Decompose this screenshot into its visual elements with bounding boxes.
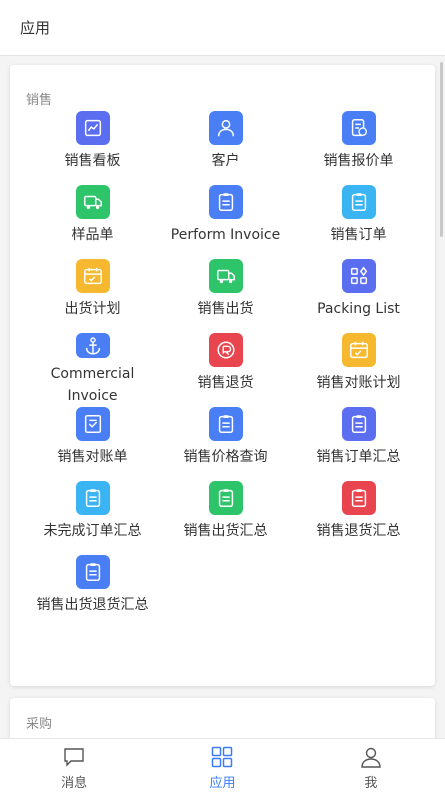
clipboard-icon [208, 185, 243, 219]
clipboard-icon [75, 481, 110, 515]
app-label: 销售对账计划 [316, 375, 401, 391]
quote-icon [341, 111, 376, 145]
app-label: 出货计划 [64, 301, 121, 317]
main-content[interactable]: 销售 销售看板 客户 销售报价单样品单 Perform Invoice 销售订单出货计划… [0, 57, 445, 738]
app-item[interactable]: 样品单 [26, 185, 159, 259]
calendar-icon [75, 259, 110, 293]
app-label: 销售对账单 [57, 449, 128, 465]
app-item[interactable]: 销售出货 [159, 259, 292, 333]
app-label: 销售订单汇总 [316, 449, 401, 465]
clipboard-icon [341, 185, 376, 219]
clipboard-icon [341, 481, 376, 515]
app-item[interactable]: 出货计划 [26, 259, 159, 333]
app-item[interactable]: 客户 [159, 111, 292, 185]
app-item[interactable]: 销售订单 [292, 185, 425, 259]
bottom-tab-bar: 消息 应用 我 [0, 738, 445, 795]
tab-label: 应用 [209, 776, 236, 791]
person-icon [208, 111, 243, 145]
return-icon [208, 333, 243, 367]
app-item[interactable]: 销售出货退货汇总 [26, 555, 159, 629]
app-label: 销售出货汇总 [183, 523, 268, 539]
app-label: 销售报价单 [323, 153, 394, 169]
app-label: 销售退货汇总 [316, 523, 401, 539]
sales-section: 销售 销售看板 客户 销售报价单样品单 Perform Invoice 销售订单出货计划… [10, 65, 435, 686]
message-icon [64, 748, 84, 767]
tab-me[interactable]: 我 [297, 739, 445, 795]
section-title-purchase: 采购 [26, 717, 53, 732]
app-item[interactable]: 销售报价单 [292, 111, 425, 185]
page-header: 应用 [0, 0, 445, 56]
tab-messages[interactable]: 消息 [0, 739, 148, 795]
app-item[interactable]: 销售订单汇总 [292, 407, 425, 481]
app-item[interactable]: 销售对账计划 [292, 333, 425, 407]
statement-icon [75, 407, 110, 441]
clipboard-icon [341, 407, 376, 441]
section-title-sales: 销售 [26, 93, 53, 108]
sales-app-grid: 销售看板 客户 销售报价单 样品单 Perform Invoice 销售订单 出货计划 销售出… [26, 111, 426, 629]
apps-grid-icon [212, 746, 233, 768]
chart-icon [75, 111, 110, 145]
clipboard-icon [208, 407, 243, 441]
app-item[interactable]: 销售退货汇总 [292, 481, 425, 555]
truck-icon [208, 259, 243, 293]
tab-apps[interactable]: 应用 [148, 739, 296, 795]
app-label: 销售出货 [197, 301, 254, 317]
app-label: 样品单 [71, 227, 114, 243]
app-item[interactable]: 销售退货 [159, 333, 292, 407]
truck-icon [75, 185, 110, 219]
app-item[interactable]: Commercial Invoice [26, 333, 159, 407]
user-icon [361, 747, 381, 768]
app-label: Packing List [317, 301, 400, 317]
app-item[interactable]: 销售看板 [26, 111, 159, 185]
calendar-icon [341, 333, 376, 367]
app-label: 未完成订单汇总 [43, 523, 142, 539]
app-item[interactable]: 销售价格查询 [159, 407, 292, 481]
app-label: Commercial Invoice [50, 366, 135, 404]
scrollbar[interactable] [440, 62, 443, 237]
app-label: 销售订单 [330, 227, 387, 243]
app-item[interactable]: 未完成订单汇总 [26, 481, 159, 555]
app-item[interactable]: 销售出货汇总 [159, 481, 292, 555]
app-label: 客户 [211, 153, 240, 169]
clipboard-icon [75, 555, 110, 589]
anchor-icon [75, 333, 110, 358]
clipboard-icon [208, 481, 243, 515]
app-label: 销售看板 [64, 153, 121, 169]
grid-icon [341, 259, 376, 293]
app-item[interactable]: Perform Invoice [159, 185, 292, 259]
app-label: 销售退货 [197, 375, 254, 391]
page-title: 应用 [20, 19, 51, 37]
tab-label: 消息 [61, 776, 88, 791]
app-item[interactable]: Packing List [292, 259, 425, 333]
purchase-section: 采购 [10, 698, 435, 738]
app-label: Perform Invoice [170, 227, 281, 243]
app-label: 销售价格查询 [183, 449, 268, 465]
app-label: 销售出货退货汇总 [36, 597, 149, 613]
tab-label: 我 [364, 776, 378, 791]
app-item[interactable]: 销售对账单 [26, 407, 159, 481]
